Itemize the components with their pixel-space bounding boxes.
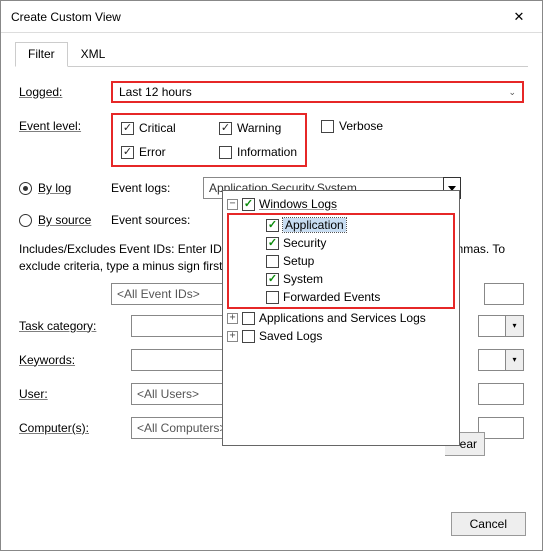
event-level-group: Critical Warning Error bbox=[111, 113, 307, 167]
tab-xml[interactable]: XML bbox=[68, 42, 119, 67]
cancel-button[interactable]: Cancel bbox=[451, 512, 526, 536]
radio-icon bbox=[19, 182, 32, 195]
computers-label: Computer(s): bbox=[19, 421, 131, 435]
logged-dropdown[interactable]: Last 12 hours ⌄ bbox=[111, 81, 524, 103]
keywords-combo[interactable]: ▾ bbox=[478, 349, 524, 371]
checkbox-icon[interactable] bbox=[266, 291, 279, 304]
checkbox-icon bbox=[219, 146, 232, 159]
user-label: User: bbox=[19, 387, 131, 401]
checkbox-icon[interactable] bbox=[266, 237, 279, 250]
user-extra-input[interactable] bbox=[478, 383, 524, 405]
checkbox-icon[interactable] bbox=[266, 273, 279, 286]
checkbox-icon[interactable] bbox=[266, 219, 279, 232]
error-checkbox[interactable]: Error bbox=[121, 145, 205, 159]
critical-checkbox[interactable]: Critical bbox=[121, 121, 205, 135]
checkbox-icon[interactable] bbox=[242, 198, 255, 211]
create-custom-view-dialog: Create Custom View ✕ Filter XML Logged: … bbox=[0, 0, 543, 551]
tree-node-setup[interactable]: Setup bbox=[231, 252, 451, 270]
collapse-icon[interactable]: − bbox=[227, 199, 238, 210]
logged-value: Last 12 hours bbox=[119, 85, 192, 99]
expand-icon[interactable]: + bbox=[227, 313, 238, 324]
task-category-input[interactable] bbox=[131, 315, 227, 337]
tree-node-windows-logs[interactable]: − Windows Logs bbox=[227, 195, 455, 213]
close-button[interactable]: ✕ bbox=[496, 1, 542, 32]
checkbox-icon bbox=[121, 146, 134, 159]
task-category-combo[interactable]: ▾ bbox=[478, 315, 524, 337]
chevron-down-icon: ▾ bbox=[506, 315, 524, 337]
event-ids-extra-input[interactable] bbox=[484, 283, 524, 305]
event-ids-input[interactable]: <All Event IDs> bbox=[111, 283, 227, 305]
user-input[interactable]: <All Users> bbox=[131, 383, 227, 405]
tree-node-system[interactable]: System bbox=[231, 270, 451, 288]
checkbox-icon[interactable] bbox=[242, 312, 255, 325]
information-checkbox[interactable]: Information bbox=[219, 145, 297, 159]
tree-node-apps-services[interactable]: + Applications and Services Logs bbox=[227, 309, 455, 327]
checkbox-icon bbox=[219, 122, 232, 135]
tree-node-saved-logs[interactable]: + Saved Logs bbox=[227, 327, 455, 345]
chevron-down-icon: ⌄ bbox=[508, 87, 516, 98]
tab-strip: Filter XML bbox=[15, 41, 528, 67]
checkbox-icon[interactable] bbox=[242, 330, 255, 343]
chevron-down-icon: ▾ bbox=[506, 349, 524, 371]
keywords-input[interactable] bbox=[131, 349, 227, 371]
checkbox-icon[interactable] bbox=[266, 255, 279, 268]
event-level-label: Event level: bbox=[19, 113, 111, 133]
checkbox-icon bbox=[121, 122, 134, 135]
window-title: Create Custom View bbox=[11, 10, 496, 24]
event-sources-label: Event sources: bbox=[111, 213, 203, 227]
warning-checkbox[interactable]: Warning bbox=[219, 121, 281, 135]
tree-node-forwarded[interactable]: Forwarded Events bbox=[231, 288, 451, 306]
by-source-radio[interactable]: By source bbox=[19, 213, 111, 227]
computers-input[interactable]: <All Computers> bbox=[131, 417, 227, 439]
event-logs-tree-popup: − Windows Logs Application Security bbox=[222, 190, 460, 446]
tree-node-security[interactable]: Security bbox=[231, 234, 451, 252]
by-log-radio[interactable]: By log bbox=[19, 181, 111, 195]
logged-label: Logged: bbox=[19, 85, 111, 99]
radio-icon bbox=[19, 214, 32, 227]
tab-filter[interactable]: Filter bbox=[15, 42, 68, 67]
event-logs-label: Event logs: bbox=[111, 181, 203, 195]
tree-node-application[interactable]: Application bbox=[231, 216, 451, 234]
verbose-checkbox[interactable]: Verbose bbox=[321, 119, 383, 133]
checkbox-icon bbox=[321, 120, 334, 133]
expand-icon[interactable]: + bbox=[227, 331, 238, 342]
task-category-label: Task category: bbox=[19, 319, 131, 333]
keywords-label: Keywords: bbox=[19, 353, 131, 367]
titlebar: Create Custom View ✕ bbox=[1, 1, 542, 33]
